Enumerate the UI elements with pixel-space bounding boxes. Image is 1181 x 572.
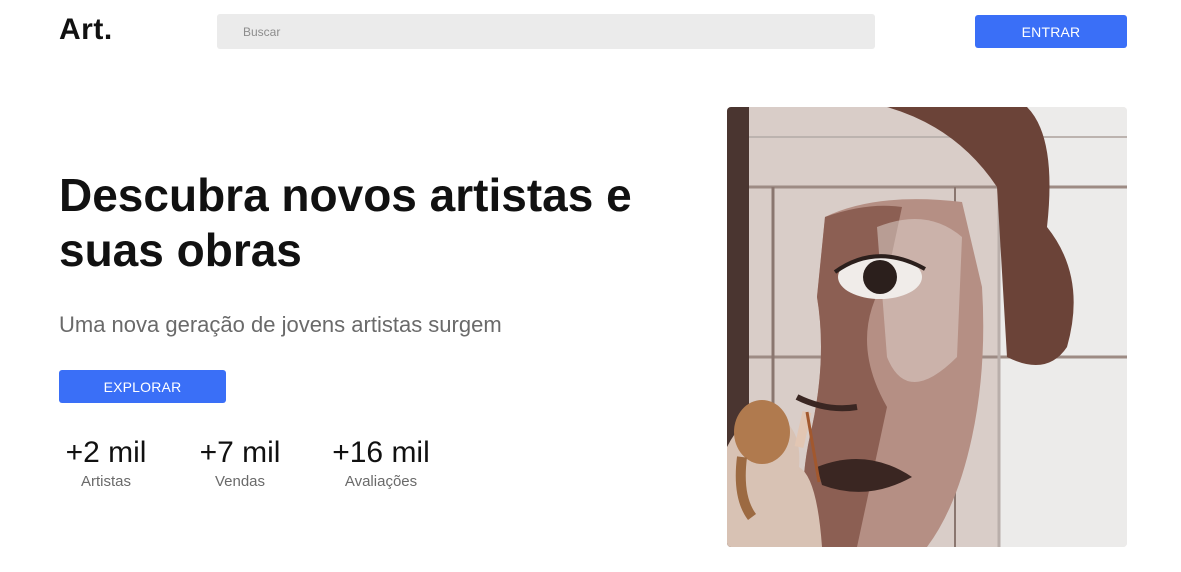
enter-button[interactable]: ENTRAR	[975, 15, 1127, 48]
hero-headline: Descubra novos artistas e suas obras	[59, 169, 632, 276]
hero-subtitle: Uma nova geração de jovens artistas surg…	[59, 312, 502, 337]
search-bar[interactable]	[217, 14, 875, 49]
stat-value: +16 mil	[332, 436, 430, 469]
stat-value: +2 mil	[65, 436, 147, 469]
stat-sales: +7 mil Vendas	[194, 436, 286, 490]
mural-illustration	[727, 107, 1127, 547]
stat-value: +7 mil	[199, 436, 281, 469]
logo[interactable]: Art.	[59, 13, 113, 47]
explore-button[interactable]: EXPLORAR	[59, 370, 226, 403]
hero-mural-image	[727, 107, 1127, 547]
stat-reviews: +16 mil Avaliações	[326, 436, 436, 490]
stat-label: Artistas	[80, 473, 131, 490]
stat-label: Avaliações	[344, 473, 418, 490]
stat-artists: +2 mil Artistas	[59, 436, 153, 490]
search-input[interactable]	[217, 14, 875, 49]
stat-label: Vendas	[214, 473, 266, 490]
